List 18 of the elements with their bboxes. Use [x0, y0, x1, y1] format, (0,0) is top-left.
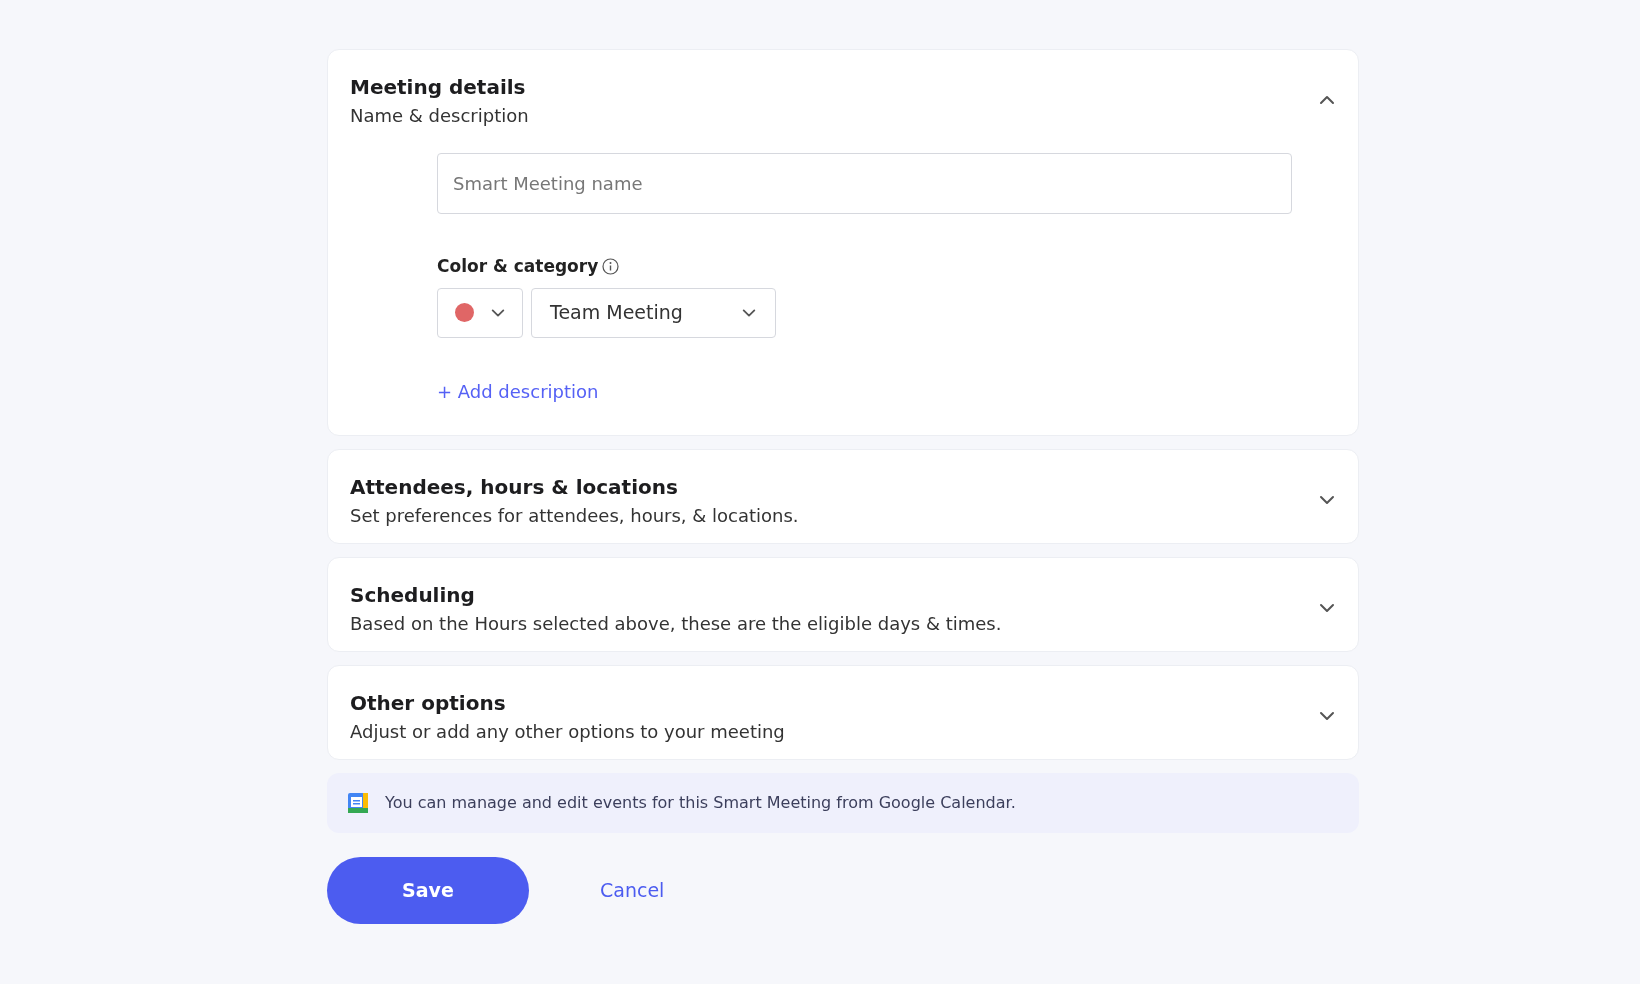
- section-title: Other options: [350, 689, 507, 717]
- section-title: Scheduling: [350, 581, 476, 609]
- info-icon[interactable]: [602, 258, 620, 276]
- add-description-link[interactable]: + Add description: [437, 377, 599, 405]
- section-subtitle: Name & description: [350, 104, 529, 128]
- section-subtitle: Adjust or add any other options to your meeting: [350, 719, 785, 744]
- notice-text: You can manage and edit events for this Smart Meeting from Google Calendar.: [385, 791, 1016, 814]
- cancel-link[interactable]: Cancel: [600, 875, 665, 905]
- name-input-field[interactable]: Smart Meeting name: [437, 153, 1292, 214]
- category-dropdown[interactable]: Team Meeting: [531, 287, 776, 338]
- calendar-icon: [347, 791, 369, 814]
- section-subtitle: Set preferences for attendees, hours, & locations.: [350, 503, 799, 528]
- section-title: Meeting details: [350, 74, 527, 101]
- section-subtitle: Based on the Hours selected above, these are the eligible days & times.: [350, 611, 1002, 636]
- field-label: Color & category: [437, 255, 599, 278]
- color-dropdown[interactable]: [437, 287, 523, 338]
- section-title: Attendees, hours & locations: [350, 473, 679, 501]
- save-button[interactable]: Save: [327, 856, 529, 924]
